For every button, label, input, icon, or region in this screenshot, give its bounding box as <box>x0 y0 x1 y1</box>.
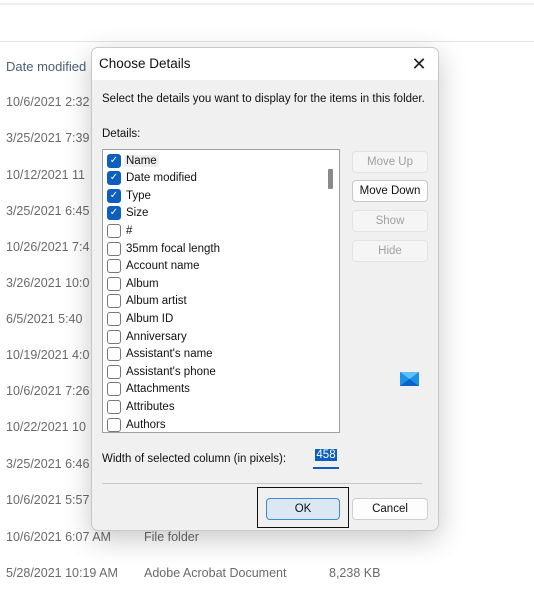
file-type: Adobe Acrobat Document <box>144 566 287 580</box>
detail-item-label: Date modified <box>126 172 197 185</box>
details-label: Details: <box>102 128 141 140</box>
checkbox[interactable] <box>107 241 121 256</box>
detail-item-label: Authors <box>126 418 166 431</box>
file-date: 5/28/2021 10:19 AM <box>6 566 118 580</box>
detail-item-label: Assistant's name <box>126 348 213 361</box>
detail-item[interactable]: Assistant's name <box>107 346 213 363</box>
move-down-button[interactable]: Move Down <box>352 180 428 202</box>
detail-item[interactable]: Authors <box>107 416 166 432</box>
detail-item-label: # <box>126 224 133 237</box>
detail-item[interactable]: ✓ Name <box>107 152 159 169</box>
checkbox[interactable] <box>107 382 121 397</box>
detail-item-label: Anniversary <box>126 330 187 343</box>
detail-item-label: Assistant's phone <box>126 365 216 378</box>
scrollbar-thumb[interactable] <box>328 169 333 189</box>
file-date: 10/26/2021 7:4 <box>6 240 90 254</box>
file-date: 10/22/2021 10 <box>6 420 86 434</box>
checkbox[interactable] <box>107 259 121 274</box>
dialog-title: Choose Details <box>99 56 191 71</box>
file-size: 8,238 KB <box>329 566 381 580</box>
file-date: 10/12/2021 11 <box>6 168 86 182</box>
column-width-value: 458 <box>315 449 337 461</box>
detail-item-label: Type <box>126 189 151 202</box>
detail-item[interactable]: Anniversary <box>107 328 187 345</box>
windows-logo-icon <box>400 372 419 386</box>
instruction-text: Select the details you want to display f… <box>102 93 425 105</box>
file-date: 10/6/2021 2:32 <box>6 95 90 109</box>
detail-item-label: Album ID <box>126 312 174 325</box>
ok-button[interactable]: OK <box>266 498 340 520</box>
checkbox[interactable] <box>107 223 121 238</box>
detail-item[interactable]: Attachments <box>107 381 190 398</box>
detail-item-label: 35mm focal length <box>126 242 220 255</box>
checkbox[interactable]: ✓ <box>107 171 121 186</box>
detail-item[interactable]: Album ID <box>107 310 173 327</box>
detail-item-label: Name <box>124 154 159 167</box>
file-date: 3/26/2021 10:0 <box>6 276 90 290</box>
close-icon[interactable]: ✕ <box>408 53 430 75</box>
file-date: 3/25/2021 6:45 <box>6 204 90 218</box>
hide-button[interactable]: Hide <box>352 240 428 262</box>
checkbox[interactable]: ✓ <box>107 153 121 168</box>
checkbox[interactable] <box>107 417 121 432</box>
detail-item[interactable]: Assistant's phone <box>107 363 216 380</box>
divider <box>0 3 534 5</box>
choose-details-dialog: Choose Details ✕ Select the details you … <box>91 47 439 531</box>
width-label: Width of selected column (in pixels): <box>102 453 287 465</box>
detail-item[interactable]: ✓ Date modified <box>107 170 197 187</box>
detail-item[interactable]: Album <box>107 275 159 292</box>
checkbox[interactable] <box>107 329 121 344</box>
file-date: 3/25/2021 6:46 <box>6 457 90 471</box>
show-button[interactable]: Show <box>352 210 428 232</box>
checkbox[interactable]: ✓ <box>107 188 121 203</box>
file-date: 3/25/2021 7:39 <box>6 131 90 145</box>
title-bar: Choose Details ✕ <box>92 48 438 80</box>
checkbox[interactable] <box>107 294 121 309</box>
detail-item[interactable]: Album artist <box>107 293 187 310</box>
details-list[interactable]: ✓ Name ✓ Date modified ✓ Type ✓ Size #35mm focal… <box>102 149 340 433</box>
column-width-input[interactable]: 458 <box>313 449 339 469</box>
detail-item[interactable]: 35mm focal length <box>107 240 220 257</box>
checkbox[interactable] <box>107 347 121 362</box>
detail-item[interactable]: ✓ Size <box>107 205 148 222</box>
detail-item-label: Account name <box>126 260 200 273</box>
checkbox[interactable]: ✓ <box>107 206 121 221</box>
detail-item[interactable]: ✓ Type <box>107 187 151 204</box>
file-date: 6/5/2021 5:40 <box>6 312 83 326</box>
detail-item-label: Size <box>126 207 149 220</box>
detail-item-label: Album <box>126 277 159 290</box>
file-date: 10/19/2021 4:0 <box>6 348 90 362</box>
checkbox[interactable] <box>107 399 121 414</box>
file-date: 10/6/2021 7:26 <box>6 384 90 398</box>
divider <box>0 41 534 42</box>
file-type: File folder <box>144 530 199 544</box>
detail-item[interactable]: Account name <box>107 258 200 275</box>
cancel-button[interactable]: Cancel <box>352 498 428 520</box>
detail-item[interactable]: # <box>107 222 132 239</box>
detail-item-label: Attributes <box>126 400 175 413</box>
move-up-button[interactable]: Move Up <box>352 151 428 173</box>
checkbox[interactable] <box>107 364 121 379</box>
checkbox[interactable] <box>107 276 121 291</box>
file-date: 10/6/2021 6:07 AM <box>6 530 111 544</box>
detail-item-label: Attachments <box>126 383 190 396</box>
detail-item[interactable]: Attributes <box>107 398 175 415</box>
column-header-date-modified[interactable]: Date modified <box>6 59 86 74</box>
checkbox[interactable] <box>107 311 121 326</box>
detail-item-label: Album artist <box>126 295 187 308</box>
file-date: 10/6/2021 5:57 <box>6 493 90 507</box>
divider <box>102 483 422 484</box>
